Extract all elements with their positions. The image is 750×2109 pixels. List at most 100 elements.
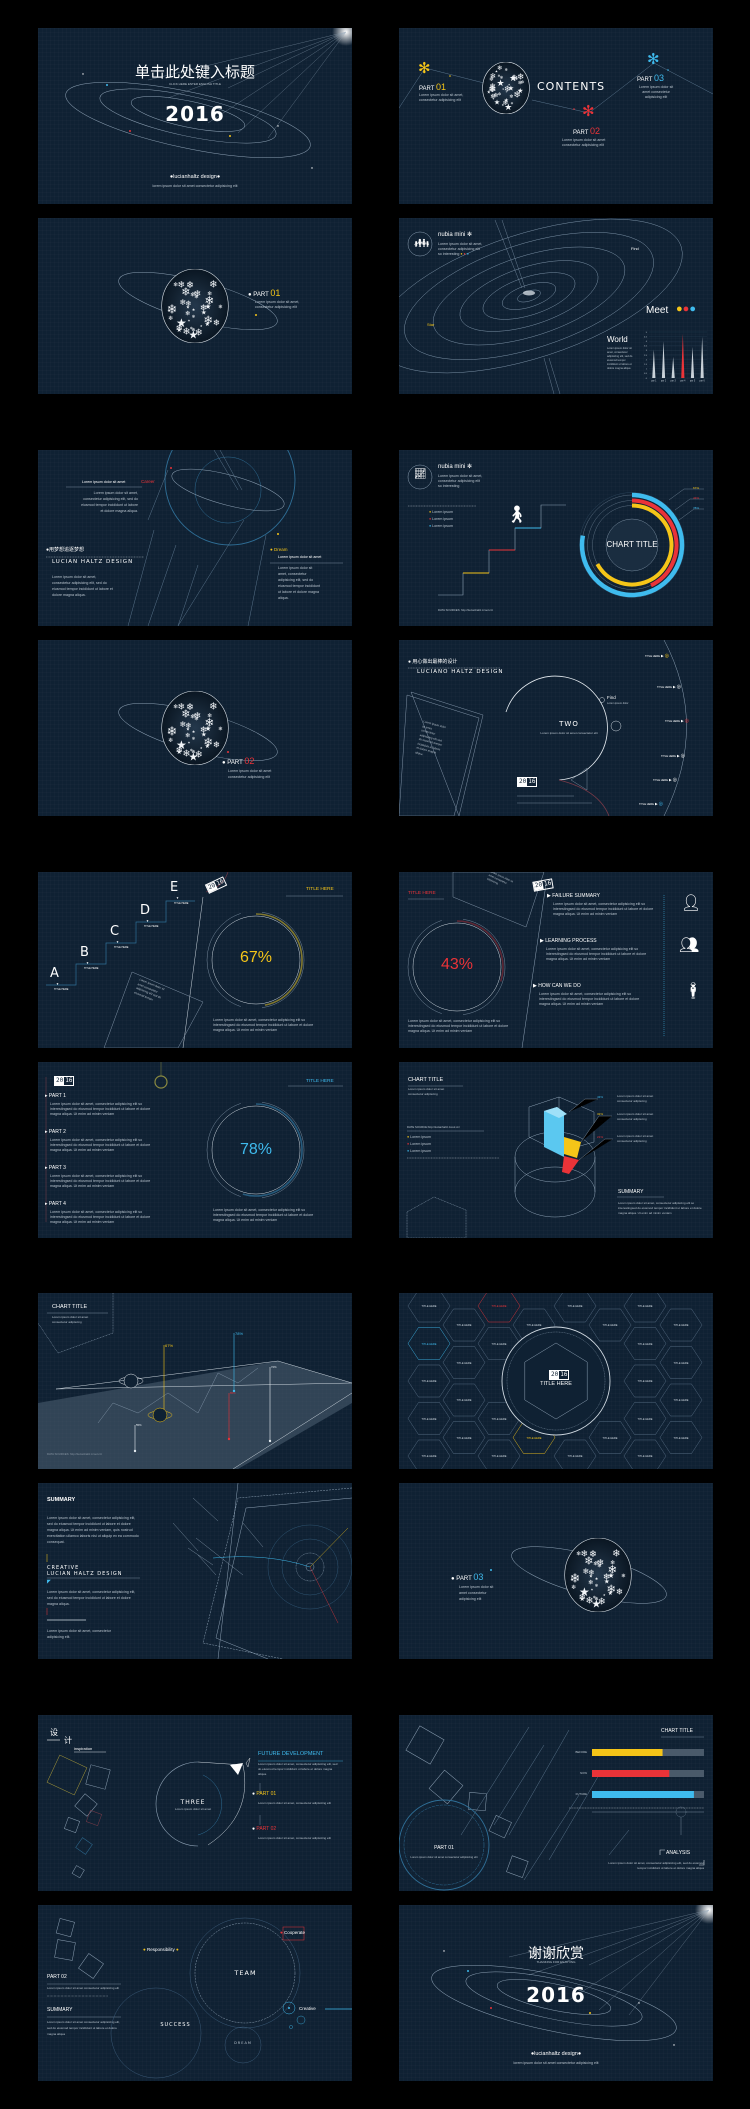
hex-cell-label[interactable]: TITLE HERE bbox=[630, 1304, 660, 1309]
slide-contents[interactable]: ✻ ✻ ✻ ★ ★ ❄ ❄ ❄ ❄ ❄ ❄ ❄ ❄ ❄ ❄ ❄ ❄ ❄ ❄ ❄ ❄ ★ ★ ★ ❄ ★ ★ ❄ ❄ ❄ ❄ ❄ ❄ ★ ❄ ★ ★… bbox=[399, 28, 713, 204]
title-here[interactable]: TITLE HERE bbox=[306, 1079, 334, 1084]
slide-part-02[interactable]: ❄ ❄ ❄ ★ ★ ★ ❄ ★ ★ ❄ ★ ★ ❄ ❄ ❄ ❄ ★ ❄ ❄ ❄ ❄ ★ ❄ ❄ ❄ ❄ ❄ ❄ ❄ ❄ ❄ ★ ★ ❄ ❄ ❄ ❄ ★ ●… bbox=[38, 640, 352, 816]
slide-team[interactable]: PART 02 Lorem ipsum dolor sit amet conse… bbox=[38, 1905, 352, 2081]
slide-summary-43[interactable]: 20 16 Lorem ipsum dolor sit amet consecte… bbox=[399, 872, 713, 1048]
slice-label: 43% bbox=[597, 1095, 604, 1099]
hex-cell-label[interactable]: TITLE HERE bbox=[414, 1417, 444, 1422]
slide-stairs-chart[interactable]: 📈︎ nubia mini ✻ Lorem ipsum dolor sit am… bbox=[399, 450, 713, 626]
hex-cell-label[interactable]: TITLE HERE bbox=[414, 1304, 444, 1309]
part-word: PART bbox=[456, 1576, 472, 1582]
node-circle-icon: ◎ bbox=[672, 777, 678, 783]
slide-cover[interactable]: 单击此处键入标题 CLICK HERE ENTER ENGLISH TITLE … bbox=[38, 28, 352, 204]
snowflake-icon: ★ bbox=[205, 321, 210, 328]
hex-cell-label[interactable]: TITLE HERE bbox=[560, 1304, 590, 1309]
slide-inspiration[interactable]: 设 计 inspiration THREE Lorem ipsum dolor … bbox=[38, 1715, 352, 1891]
slide-progress-bars[interactable]: CHART TITLE ANALYSIS Lorem ipsum dolor s… bbox=[399, 1715, 713, 1891]
part-label[interactable]: ● PART 02 bbox=[222, 757, 254, 768]
slide-two-timeline[interactable]: ● 用心做出最棒的设计 LUCIANO HALTZ DESIGN Lorem i… bbox=[399, 640, 713, 816]
slide-hexagons[interactable]: 20 16 TITLE HERE TITLE HERE TITLE HERE TITL… bbox=[399, 1293, 713, 1469]
slide-thanks[interactable]: 谢谢欣赏 THANKING FOR ENJOYING 2016 ●lucianh… bbox=[399, 1905, 713, 2081]
hex-cell-label[interactable]: TITLE HERE bbox=[630, 1379, 660, 1384]
slide-parts-78[interactable]: 20 16 TITLE HERE 78% Lorem ipsum dolor si… bbox=[38, 1062, 352, 1238]
hex-cell-label[interactable]: TITLE HERE bbox=[560, 1454, 590, 1459]
slice-label: 32% bbox=[597, 1112, 604, 1116]
pin-percent-label: 67% bbox=[165, 1343, 174, 1348]
hex-cell-label[interactable]: TITLE HERE bbox=[449, 1323, 479, 1328]
year-part: 16 bbox=[560, 1371, 568, 1378]
slide-3d-plane[interactable]: CHART TITLE Lorem ipsum dolor sit amet c… bbox=[38, 1293, 352, 1469]
step-title[interactable]: TITLE HERE bbox=[144, 924, 158, 929]
step-title[interactable]: TITLE HERE bbox=[174, 901, 188, 906]
part-label[interactable]: ● PART 01 bbox=[248, 289, 280, 300]
hex-cell-label[interactable]: TITLE HERE bbox=[595, 1436, 625, 1441]
section-title: LEARNING PROCESS bbox=[545, 938, 597, 944]
title-here[interactable]: TITLE HERE bbox=[408, 891, 436, 896]
part-01-title[interactable]: ● PART 01 bbox=[252, 1792, 276, 1797]
part-text: adipisicing elit bbox=[459, 1597, 482, 1601]
slide-galaxy[interactable]: 👪︎ nubia mini ✻ Lorem ipsum dolor sit am… bbox=[399, 218, 713, 394]
slide-part-01[interactable]: ❄ ❄ ❄ ★ ★ ★ ❄ ★ ★ ❄ ★ ★ ❄ ❄ ❄ ❄ ★ ❄ ❄ ❄ ❄ ★ ❄ ❄ ❄ ❄ ❄ ❄ ❄ ❄ ❄ ★ ★ ❄ ❄ ❄ ❄ ★ ●… bbox=[38, 218, 352, 394]
part-02-title[interactable]: ● PART 02 bbox=[252, 1827, 276, 1832]
part-heading[interactable]: ▸ PART 4 bbox=[45, 1202, 66, 1207]
hex-cell-label[interactable]: TITLE HERE bbox=[519, 1323, 549, 1328]
timeline-item[interactable]: TITLE HERE ▶ ◎ bbox=[645, 654, 669, 659]
section-failure-summary[interactable]: ▶ FAILURE SUMMARY bbox=[547, 894, 600, 899]
ring-label: 67% bbox=[693, 486, 700, 490]
hex-cell-label[interactable]: TITLE HERE bbox=[484, 1454, 514, 1459]
hex-cell-label[interactable]: TITLE HERE bbox=[449, 1436, 479, 1441]
hex-cell-label[interactable]: TITLE HERE bbox=[519, 1436, 549, 1441]
part-heading[interactable]: ▸ PART 2 bbox=[45, 1130, 66, 1135]
label-text: Responsibility bbox=[146, 1947, 175, 1952]
hex-cell-label[interactable]: TITLE HERE bbox=[414, 1342, 444, 1347]
section-how-can-we-do[interactable]: ▶ HOW CAN WE DO bbox=[533, 984, 581, 989]
timeline-item[interactable]: TITLE HERE ▶ ◎ bbox=[661, 754, 685, 759]
center-title[interactable]: TITLE HERE bbox=[526, 1381, 586, 1388]
hex-cell-label[interactable]: TITLE HERE bbox=[414, 1379, 444, 1384]
hex-cell-label[interactable]: TITLE HERE bbox=[666, 1361, 696, 1366]
hex-cell-label[interactable]: TITLE HERE bbox=[666, 1323, 696, 1328]
slide-part-03[interactable]: ❄ ❄ ❄ ★ ★ ★ ❄ ★ ★ ❄ ★ ★ ❄ ❄ ❄ ❄ ★ ❄ ❄ ❄ ❄ ★ ❄ ❄ ❄ ❄ ❄ ❄ ❄ ❄ ❄ ★ ★ ❄ ❄ ❄ ❄ ★ ●… bbox=[399, 1483, 713, 1659]
step-title[interactable]: TITLE HERE bbox=[114, 945, 128, 950]
snowflake-icon: ❄ bbox=[497, 74, 500, 78]
hex-cell-label[interactable]: TITLE HERE bbox=[449, 1361, 479, 1366]
hex-cell-label[interactable]: TITLE HERE bbox=[484, 1342, 514, 1347]
slide-summary-creative[interactable]: SUMMARY Lorem ipsum dolor sit amet, cons… bbox=[38, 1483, 352, 1659]
snowflake-icon: ❄ bbox=[616, 1587, 623, 1597]
hex-cell-label[interactable]: TITLE HERE bbox=[630, 1342, 660, 1347]
chart-title: CHART TITLE bbox=[661, 1728, 693, 1734]
part-heading[interactable]: ▸ PART 1 bbox=[45, 1094, 66, 1099]
section-learning-process[interactable]: ▶ LEARNING PROCESS bbox=[540, 939, 597, 944]
dream-label: DREAM bbox=[234, 2041, 252, 2045]
step-title[interactable]: TITLE HERE bbox=[54, 987, 68, 992]
world-label: World bbox=[607, 335, 628, 344]
slide-dream[interactable]: Lorem ipsum dolor sit amet Career Lorem … bbox=[38, 450, 352, 626]
slide-3d-pie[interactable]: CHART TITLE Lorem ipsum dolor sit amet c… bbox=[399, 1062, 713, 1238]
node-circle-icon: ◎ bbox=[684, 718, 690, 724]
hex-cell-label[interactable]: TITLE HERE bbox=[449, 1398, 479, 1403]
hex-cell-label[interactable]: TITLE HERE bbox=[484, 1417, 514, 1422]
timeline-item[interactable]: TITLE HERE ▶ ◎ bbox=[665, 719, 689, 724]
slice-label: 21% bbox=[597, 1135, 604, 1139]
hex-cell-label[interactable]: TITLE HERE bbox=[666, 1436, 696, 1441]
part-03-label[interactable]: PART 03 bbox=[637, 74, 664, 85]
title-here[interactable]: TITLE HERE bbox=[306, 887, 334, 892]
hex-cell-label[interactable]: TITLE HERE bbox=[666, 1398, 696, 1403]
hex-cell-label[interactable]: TITLE HERE bbox=[630, 1454, 660, 1459]
percent-value: 78% bbox=[239, 1141, 273, 1158]
x-tick-label: par 5 bbox=[690, 380, 696, 383]
hex-cell-label[interactable]: TITLE HERE bbox=[630, 1417, 660, 1422]
step-title[interactable]: TITLE HERE bbox=[84, 966, 98, 971]
timeline-item[interactable]: TITLE HERE ▶ ◎ bbox=[657, 685, 681, 690]
snowflake-icon: ❄ bbox=[181, 708, 190, 720]
hex-cell-label[interactable]: TITLE HERE bbox=[484, 1304, 514, 1309]
part-heading[interactable]: ▸ PART 3 bbox=[45, 1166, 66, 1171]
hex-cell-label[interactable]: TITLE HERE bbox=[595, 1323, 625, 1328]
timeline-item[interactable]: TITLE HERE ▶ ◎ bbox=[653, 778, 677, 783]
snowflake-icon: ❄ bbox=[209, 701, 218, 712]
hex-cell-label[interactable]: TITLE HERE bbox=[414, 1454, 444, 1459]
slide-abcde-67[interactable]: 20 16 Lorem ipsum dolor sit amet consecte… bbox=[38, 872, 352, 1048]
timeline-item[interactable]: TITLE HERE ▶ ◎ bbox=[639, 802, 663, 807]
part-02-label[interactable]: PART 02 bbox=[573, 127, 600, 138]
part-text: Lorem ipsum dolor sit amet, consectetur … bbox=[258, 1801, 331, 1805]
part-label[interactable]: ● PART 03 bbox=[451, 1573, 483, 1584]
